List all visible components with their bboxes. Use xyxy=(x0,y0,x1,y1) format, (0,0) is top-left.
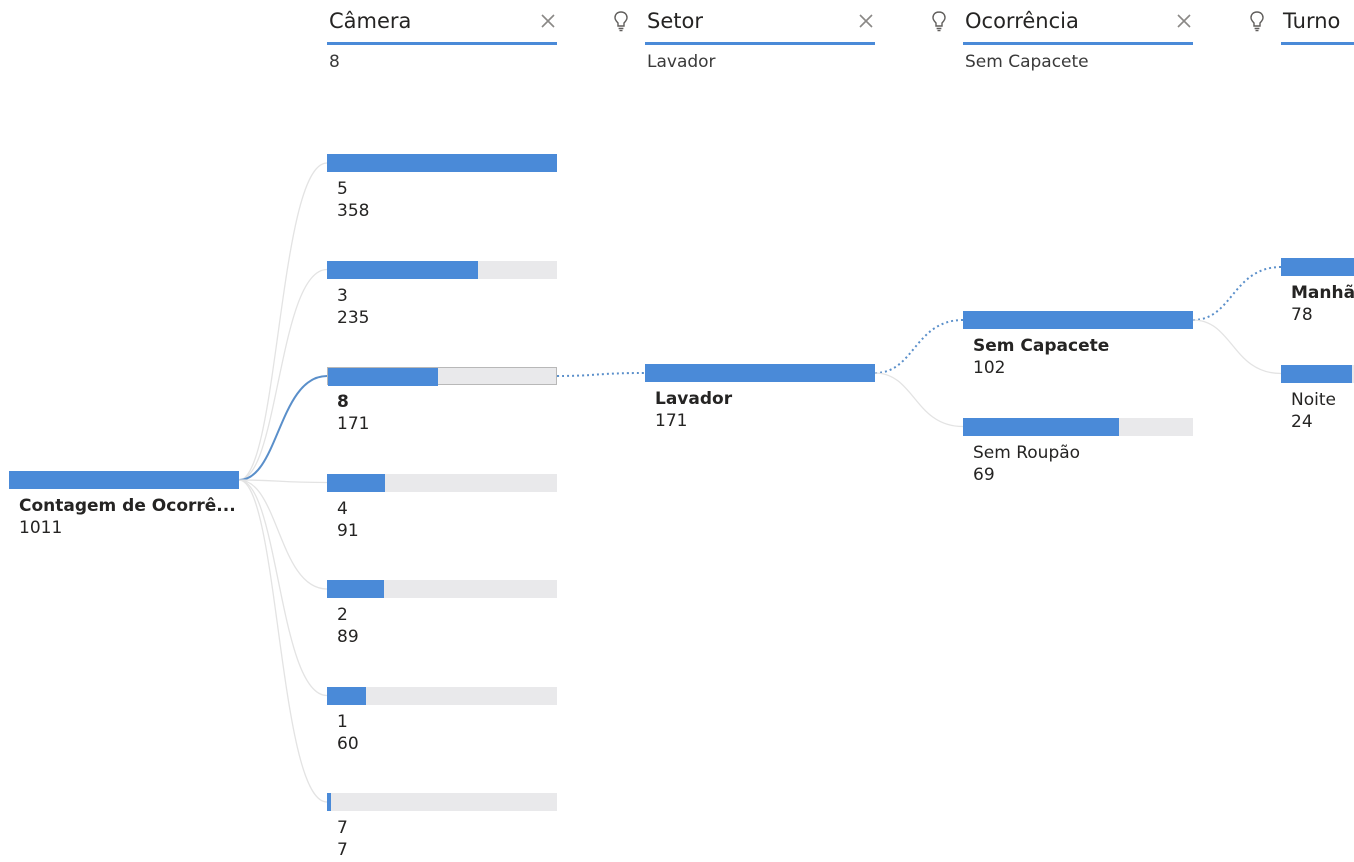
close-icon[interactable] xyxy=(857,12,875,30)
node-value: 171 xyxy=(655,411,688,431)
link-camera-5 xyxy=(238,162,328,481)
node-value: 102 xyxy=(973,358,1006,378)
link-camera-2 xyxy=(238,479,328,590)
level-header-setor[interactable]: Setor xyxy=(645,6,875,45)
bar-track xyxy=(1281,258,1354,276)
link-ocorrencia-sem-capacete xyxy=(874,319,964,374)
link-camera-4 xyxy=(238,479,328,484)
bar-track xyxy=(327,793,557,811)
bar-track xyxy=(9,471,239,489)
bar-fill xyxy=(327,793,332,811)
node-value: 60 xyxy=(337,733,359,754)
node-value: 235 xyxy=(337,307,370,328)
node-label: 2 xyxy=(337,605,348,625)
node-turno-noite[interactable]: Noite 24 xyxy=(1281,364,1354,445)
node-value: 358 xyxy=(337,201,370,221)
link-camera-7 xyxy=(238,479,328,803)
bar-fill xyxy=(328,368,438,386)
node-label: Contagem de Ocorrê... xyxy=(19,496,236,516)
node-turno-manha[interactable]: Manhã 78 xyxy=(1281,258,1354,338)
link-turno-noite xyxy=(1192,319,1282,375)
level-filter-value: Sem Capacete xyxy=(965,52,1089,72)
bar-fill xyxy=(327,260,478,279)
bar-fill xyxy=(1281,364,1352,383)
link-camera-8 xyxy=(238,375,328,481)
bar-track xyxy=(327,473,557,492)
level-title: Câmera xyxy=(329,9,412,33)
level-title: Turno xyxy=(1283,9,1341,33)
bar-fill xyxy=(327,686,366,705)
link-ocorrencia-sem-roupao xyxy=(874,372,964,428)
level-title: Setor xyxy=(647,9,703,33)
node-value: 171 xyxy=(337,414,370,434)
bar-fill xyxy=(963,417,1119,436)
level-title: Ocorrência xyxy=(965,9,1079,33)
node-label: 4 xyxy=(337,498,348,519)
node-label: Sem Roupão xyxy=(973,442,1081,463)
level-filter-value: 8 xyxy=(329,52,340,72)
node-label: Noite xyxy=(1291,389,1336,410)
lightbulb-icon[interactable] xyxy=(1249,10,1265,32)
bar-fill xyxy=(963,311,1193,329)
node-label: 3 xyxy=(337,285,348,306)
node-label: 1 xyxy=(337,711,348,732)
bar-fill xyxy=(9,471,239,489)
close-icon[interactable] xyxy=(1175,12,1193,30)
bar-fill xyxy=(327,473,386,492)
node-label: Sem Capacete xyxy=(973,336,1110,356)
node-value: 91 xyxy=(337,520,359,541)
node-value: 7 xyxy=(337,840,348,860)
bar-track xyxy=(963,417,1193,436)
bar-track xyxy=(327,580,557,598)
bar-track xyxy=(963,311,1193,329)
bar-track xyxy=(327,367,557,386)
lightbulb-icon[interactable] xyxy=(613,10,629,32)
node-label: 8 xyxy=(337,392,349,412)
lightbulb-icon[interactable] xyxy=(931,10,947,32)
link-turno-manha xyxy=(1192,266,1282,321)
bar-fill xyxy=(1281,258,1354,276)
node-value: 89 xyxy=(337,627,359,647)
close-icon[interactable] xyxy=(539,12,557,30)
bar-track xyxy=(1281,364,1354,383)
node-label: Manhã xyxy=(1291,283,1354,303)
node-label: 7 xyxy=(337,818,348,838)
node-value: 24 xyxy=(1291,411,1313,432)
node-value: 1011 xyxy=(19,518,63,538)
bar-fill xyxy=(327,154,557,172)
node-value: 78 xyxy=(1291,305,1313,325)
level-filter-value: Lavador xyxy=(647,52,716,72)
node-label: Lavador xyxy=(655,389,733,409)
bar-track xyxy=(327,154,557,172)
node-value: 69 xyxy=(973,464,995,485)
link-setor-lavador xyxy=(556,372,646,377)
bar-track xyxy=(327,686,557,705)
level-header-turno[interactable]: Turno xyxy=(1281,6,1354,45)
level-header-ocorrencia[interactable]: Ocorrência xyxy=(963,6,1193,45)
bar-track xyxy=(327,260,557,279)
bar-track xyxy=(645,364,875,382)
level-header-camera[interactable]: Câmera xyxy=(327,6,557,45)
bar-fill xyxy=(327,580,385,598)
bar-fill xyxy=(645,364,875,382)
node-label: 5 xyxy=(337,179,348,199)
